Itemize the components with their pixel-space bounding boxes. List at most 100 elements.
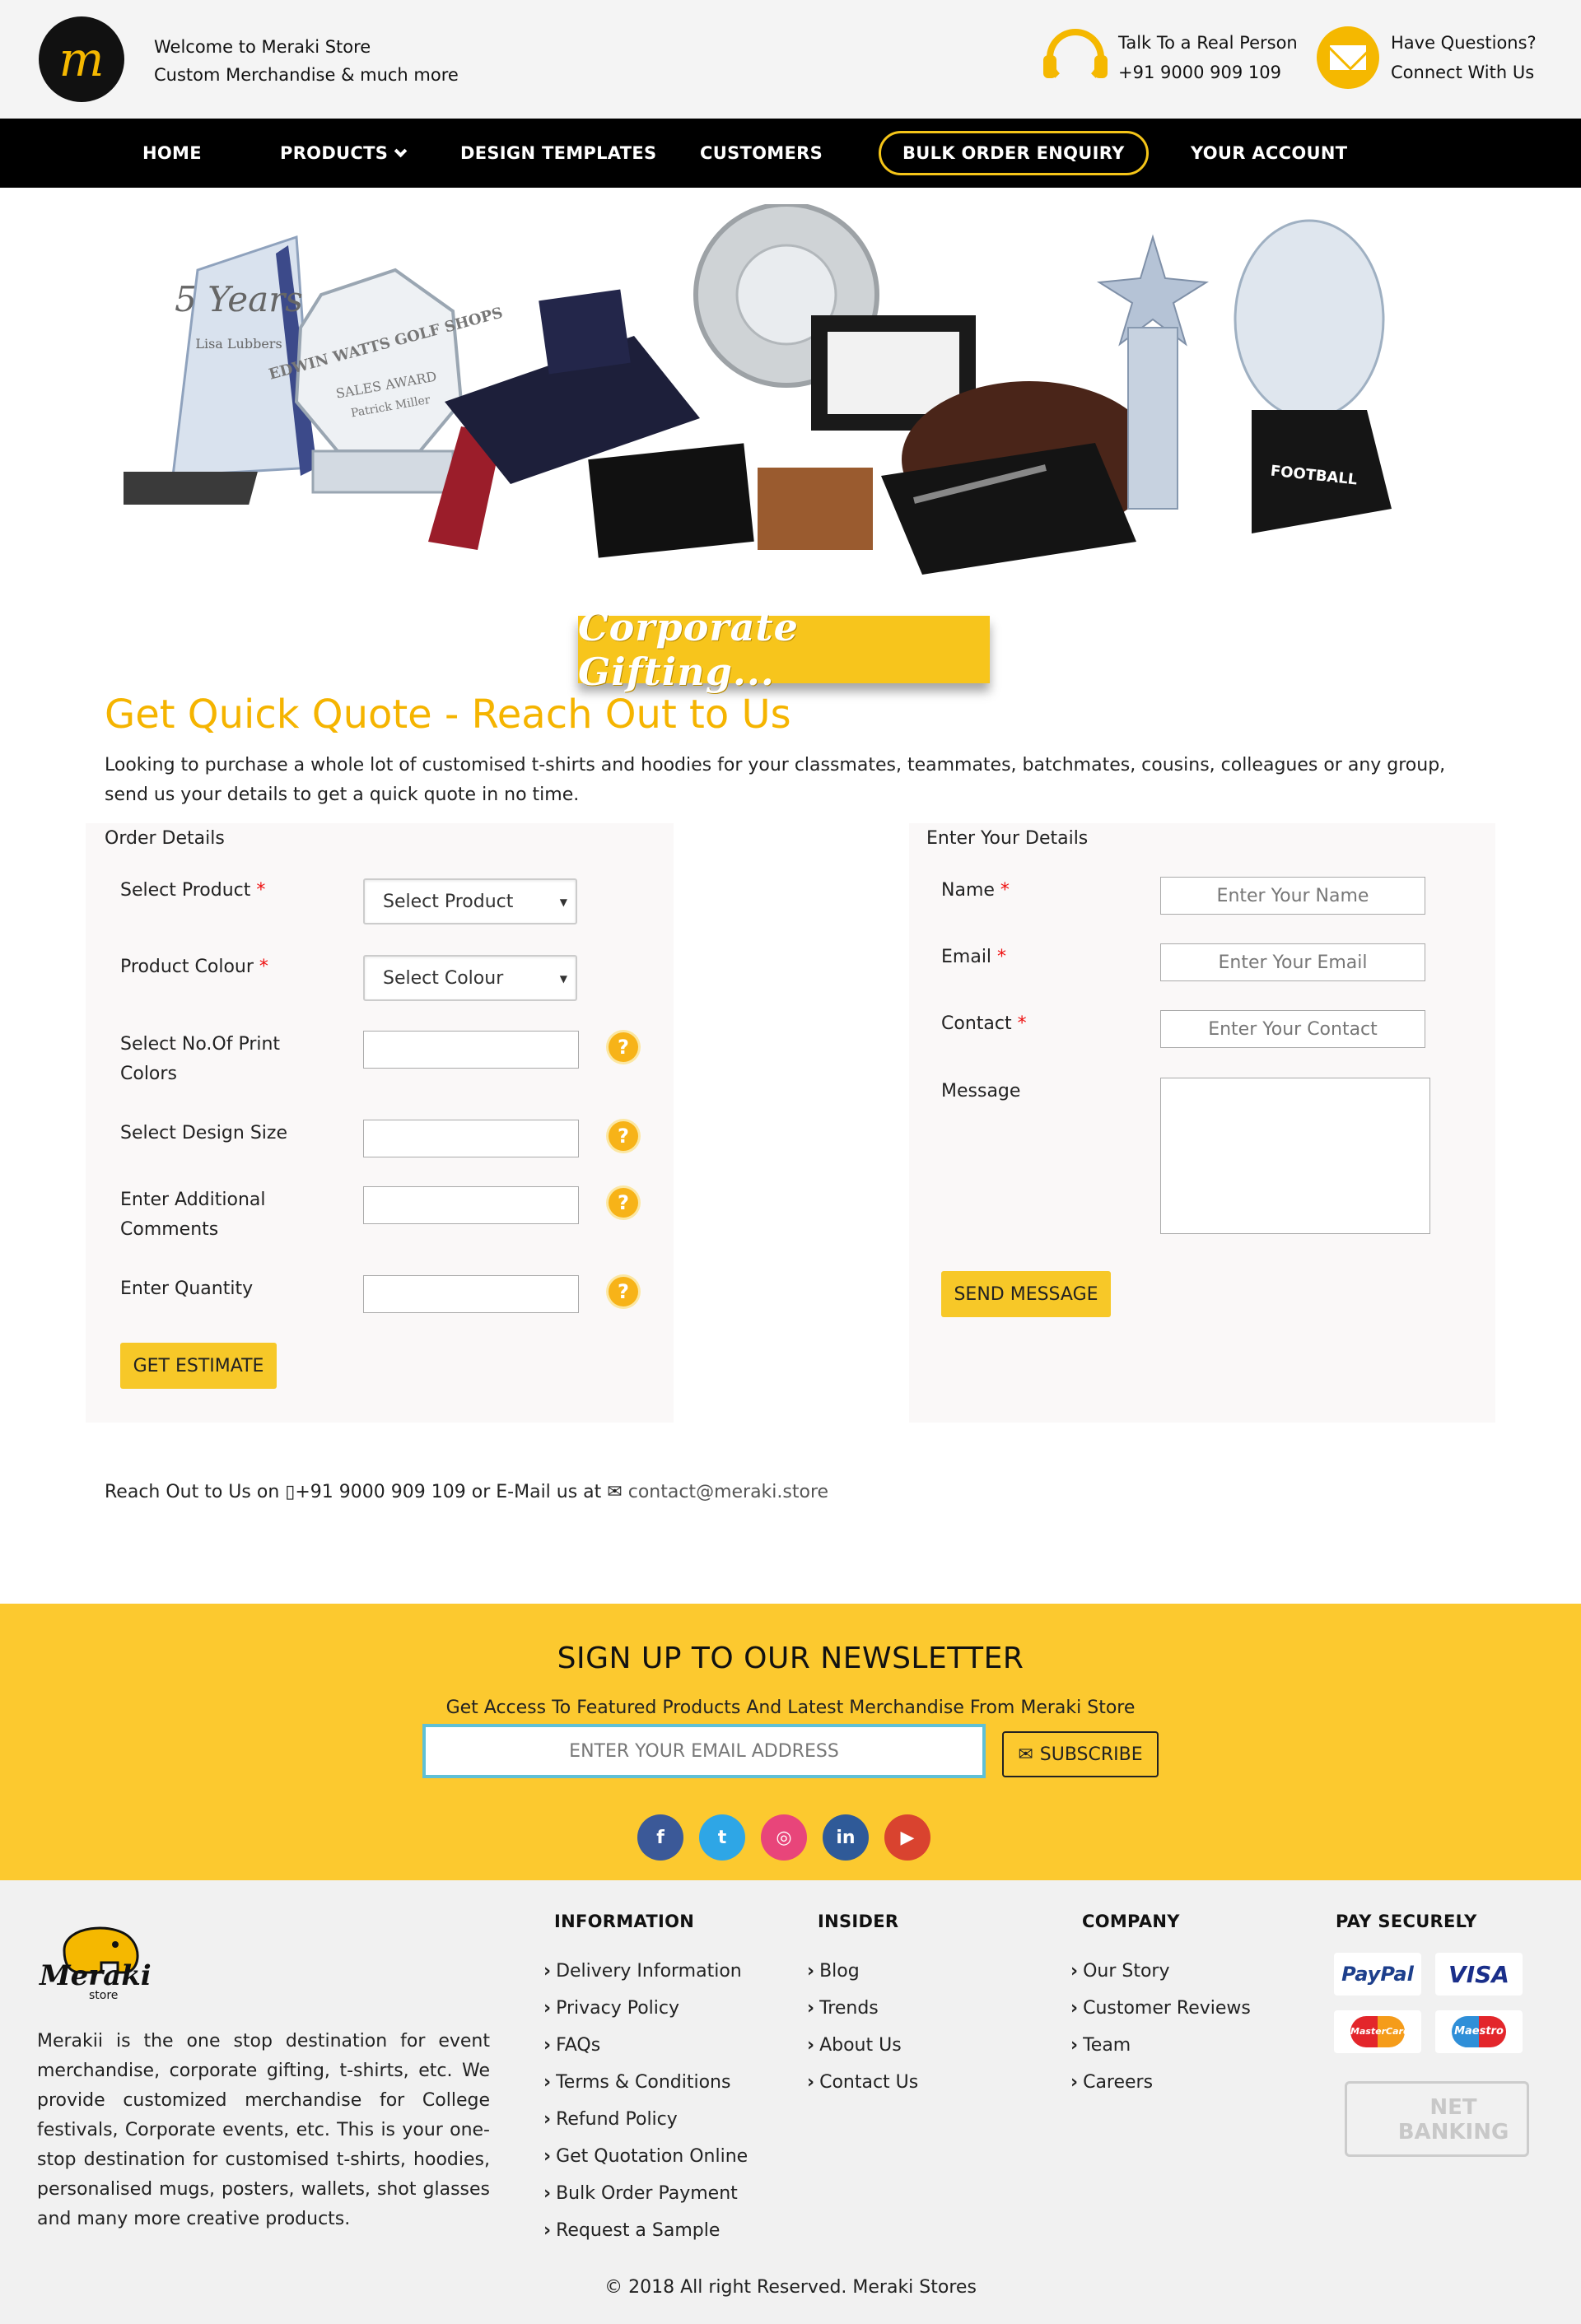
nav-home[interactable]: HOME: [142, 119, 202, 188]
caret-down-icon: ▼: [559, 897, 567, 908]
questions-subtitle: Connect With Us: [1391, 63, 1535, 82]
phone-contact[interactable]: Talk To a Real Person +91 9000 909 109: [1043, 26, 1298, 89]
print-colors-input[interactable]: [363, 1031, 579, 1069]
company-heading: COMPANY: [1082, 1912, 1180, 1931]
insider-links: Blog Trends About Us Contact Us: [807, 1953, 918, 2101]
footer-link[interactable]: Careers: [1070, 2064, 1251, 2101]
mobile-icon: ▯: [285, 1482, 296, 1502]
help-icon[interactable]: ?: [609, 1277, 638, 1306]
select-product-label: Select Product *: [120, 880, 266, 901]
footer-link[interactable]: Customer Reviews: [1070, 1990, 1251, 2027]
copyright: © 2018 All right Reserved. Meraki Stores: [604, 2277, 977, 2298]
paypal-icon: PayPal: [1334, 1953, 1421, 1996]
newsletter-section: SIGN UP TO OUR NEWSLETTER Get Access To …: [0, 1604, 1581, 1880]
footer-link[interactable]: Get Quotation Online: [543, 2138, 748, 2175]
newsletter-email-input[interactable]: ENTER YOUR EMAIL ADDRESS: [422, 1724, 986, 1778]
message-textarea[interactable]: [1160, 1078, 1430, 1234]
design-size-input[interactable]: [363, 1120, 579, 1157]
maestro-icon: Maestro: [1435, 2010, 1523, 2053]
help-icon[interactable]: ?: [609, 1121, 638, 1151]
mail-icon: [1317, 26, 1379, 89]
subscribe-label: SUBSCRIBE: [1039, 1744, 1143, 1765]
footer-link[interactable]: About Us: [807, 2027, 918, 2064]
newsletter-title: SIGN UP TO OUR NEWSLETTER: [557, 1642, 1024, 1675]
questions-contact[interactable]: Have Questions? Connect With Us: [1317, 26, 1537, 89]
welcome-text: Welcome to Meraki Store Custom Merchandi…: [154, 33, 459, 89]
nav-bulk-order-enquiry[interactable]: BULK ORDER ENQUIRY: [879, 131, 1149, 175]
nav-products-label: PRODUCTS: [280, 143, 389, 163]
headset-icon: [1043, 26, 1108, 89]
help-icon[interactable]: ?: [609, 1032, 638, 1062]
welcome-line-2: Custom Merchandise & much more: [154, 65, 459, 85]
quote-description: Looking to purchase a whole lot of custo…: [105, 755, 1446, 805]
footer-link[interactable]: Delivery Information: [543, 1953, 748, 1990]
twitter-icon[interactable]: t: [699, 1814, 745, 1861]
order-details-label: Order Details: [105, 828, 225, 849]
footer-link[interactable]: Our Story: [1070, 1953, 1251, 1990]
information-heading: INFORMATION: [554, 1912, 695, 1931]
visa-icon: VISA: [1435, 1953, 1523, 1996]
quantity-label: Enter Quantity: [120, 1278, 254, 1299]
footer-link[interactable]: Privacy Policy: [543, 1990, 748, 2027]
nav-your-account[interactable]: YOUR ACCOUNT: [1191, 119, 1347, 188]
message-label: Message: [941, 1081, 1021, 1101]
company-links: Our Story Customer Reviews Team Careers: [1070, 1953, 1251, 2101]
help-icon[interactable]: ?: [609, 1188, 638, 1218]
product-colour-label: Product Colour *: [120, 957, 268, 977]
hero-image: 5 Years Lisa Lubbers EDWIN WATTS GOLF SH…: [0, 188, 1581, 694]
comments-label: Enter Additional Comments: [120, 1190, 266, 1240]
footer-link[interactable]: Terms & Conditions: [543, 2064, 748, 2101]
footer-link[interactable]: Refund Policy: [543, 2101, 748, 2138]
footer-link[interactable]: Contact Us: [807, 2064, 918, 2101]
footer-logo[interactable]: Meraki store: [40, 1913, 163, 2004]
reach-middle: or E-Mail us at: [471, 1482, 602, 1502]
footer-link[interactable]: Blog: [807, 1953, 918, 1990]
subscribe-button[interactable]: ✉ SUBSCRIBE: [1002, 1731, 1159, 1777]
pay-securely-heading: PAY SECURELY: [1336, 1912, 1477, 1931]
facebook-icon[interactable]: f: [637, 1814, 683, 1861]
youtube-icon[interactable]: ▶: [884, 1814, 930, 1861]
phone-number: +91 9000 909 109: [1118, 63, 1281, 82]
quantity-input[interactable]: [363, 1275, 579, 1313]
envelope-icon: ✉: [607, 1482, 623, 1502]
select-product-value: Select Product: [383, 891, 514, 912]
send-message-button[interactable]: SEND MESSAGE: [941, 1271, 1111, 1317]
print-colors-label: Select No.Of Print Colors: [120, 1034, 281, 1084]
linkedin-icon[interactable]: in: [823, 1814, 869, 1861]
net-banking-icon: NET BANKING: [1345, 2081, 1529, 2157]
email-label: Email *: [941, 947, 1007, 967]
reach-phone[interactable]: +91 9000 909 109: [295, 1482, 465, 1502]
nav-customers[interactable]: CUSTOMERS: [700, 119, 823, 188]
chevron-down-icon: [394, 144, 408, 157]
reach-prefix: Reach Out to Us on: [105, 1482, 280, 1502]
footer-link[interactable]: Bulk Order Payment: [543, 2175, 748, 2212]
questions-title: Have Questions?: [1391, 33, 1537, 53]
nav-products[interactable]: PRODUCTS: [280, 119, 408, 188]
corporate-gifts-illustration: 5 Years Lisa Lubbers EDWIN WATTS GOLF SH…: [124, 204, 1392, 575]
phone-title: Talk To a Real Person: [1118, 33, 1298, 53]
site-footer: Meraki store Merakii is the one stop des…: [0, 1880, 1581, 2324]
nav-design-templates[interactable]: DESIGN TEMPLATES: [460, 119, 656, 188]
comments-input[interactable]: [363, 1186, 579, 1224]
name-input[interactable]: Enter Your Name: [1160, 877, 1425, 915]
footer-link[interactable]: Team: [1070, 2027, 1251, 2064]
corporate-gifting-banner[interactable]: Corporate Gifting...: [578, 605, 990, 694]
store-logo[interactable]: m: [39, 16, 124, 102]
footer-link[interactable]: Request a Sample: [543, 2212, 748, 2249]
footer-link[interactable]: FAQs: [543, 2027, 748, 2064]
top-header: m Welcome to Meraki Store Custom Merchan…: [0, 0, 1581, 119]
reach-email-link[interactable]: contact@meraki.store: [628, 1482, 828, 1502]
select-product-dropdown[interactable]: Select Product ▼: [363, 878, 577, 924]
main-nav: HOME PRODUCTS DESIGN TEMPLATES CUSTOMERS…: [0, 119, 1581, 188]
product-colour-dropdown[interactable]: Select Colour ▼: [363, 955, 577, 1001]
instagram-icon[interactable]: ◎: [761, 1814, 807, 1861]
contact-input[interactable]: Enter Your Contact: [1160, 1010, 1425, 1048]
information-links: Delivery Information Privacy Policy FAQs…: [543, 1953, 748, 2249]
envelope-icon: ✉: [1018, 1744, 1033, 1765]
design-size-label: Select Design Size: [120, 1123, 287, 1143]
name-label: Name *: [941, 880, 1010, 901]
get-estimate-button[interactable]: GET ESTIMATE: [120, 1343, 277, 1389]
footer-link[interactable]: Trends: [807, 1990, 918, 2027]
contact-label: Contact *: [941, 1013, 1027, 1034]
email-input[interactable]: Enter Your Email: [1160, 943, 1425, 981]
